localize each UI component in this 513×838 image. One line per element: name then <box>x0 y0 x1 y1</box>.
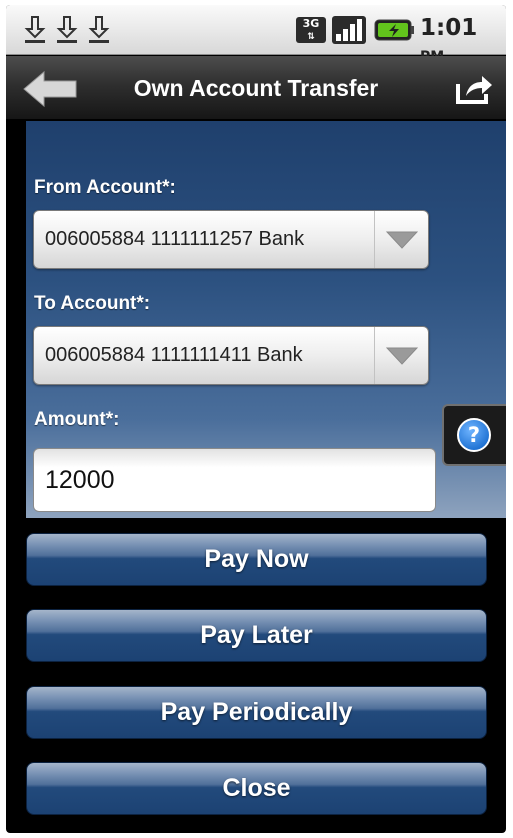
network-type-label: 3G <box>302 17 320 30</box>
from-account-value: 006005884 1111111257 Bank <box>45 228 305 250</box>
from-account-select[interactable]: 006005884 1111111257 Bank <box>33 210 429 269</box>
amount-label: Amount*: <box>34 409 120 430</box>
screenshot-frame: 3G ⇅ 1:01 PM Own Account Transfer <box>0 0 513 838</box>
close-button[interactable]: Close <box>26 762 487 815</box>
amount-input[interactable] <box>33 448 436 512</box>
title-bar: Own Account Transfer <box>6 56 506 120</box>
help-button[interactable]: ? <box>442 404 506 466</box>
time-value: 1:01 <box>420 15 478 41</box>
page-title: Own Account Transfer <box>133 75 379 101</box>
share-icon[interactable] <box>454 72 494 106</box>
network-3g-icon: 3G ⇅ <box>296 17 326 43</box>
select-divider <box>374 211 375 268</box>
from-account-label: From Account*: <box>34 177 176 198</box>
download-icon <box>24 16 46 43</box>
transfer-form: From Account*: 006005884 1111111257 Bank… <box>26 121 506 518</box>
select-divider <box>374 327 375 384</box>
help-icon: ? <box>457 418 491 452</box>
download-icon <box>56 16 78 43</box>
signal-icon <box>332 16 366 44</box>
to-account-select[interactable]: 006005884 1111111411 Bank <box>33 326 429 385</box>
chevron-down-icon <box>386 347 418 365</box>
phone-screen: 3G ⇅ 1:01 PM Own Account Transfer <box>6 5 506 833</box>
pay-periodically-button[interactable]: Pay Periodically <box>26 686 487 739</box>
battery-icon <box>374 19 414 41</box>
to-account-value: 006005884 1111111411 Bank <box>45 344 303 366</box>
download-icon <box>88 16 110 43</box>
pay-now-button[interactable]: Pay Now <box>26 533 487 586</box>
pay-later-button[interactable]: Pay Later <box>26 609 487 662</box>
to-account-label: To Account*: <box>34 293 151 314</box>
chevron-down-icon <box>386 231 418 249</box>
svg-text:?: ? <box>468 423 480 447</box>
status-bar: 3G ⇅ 1:01 PM <box>6 5 506 65</box>
